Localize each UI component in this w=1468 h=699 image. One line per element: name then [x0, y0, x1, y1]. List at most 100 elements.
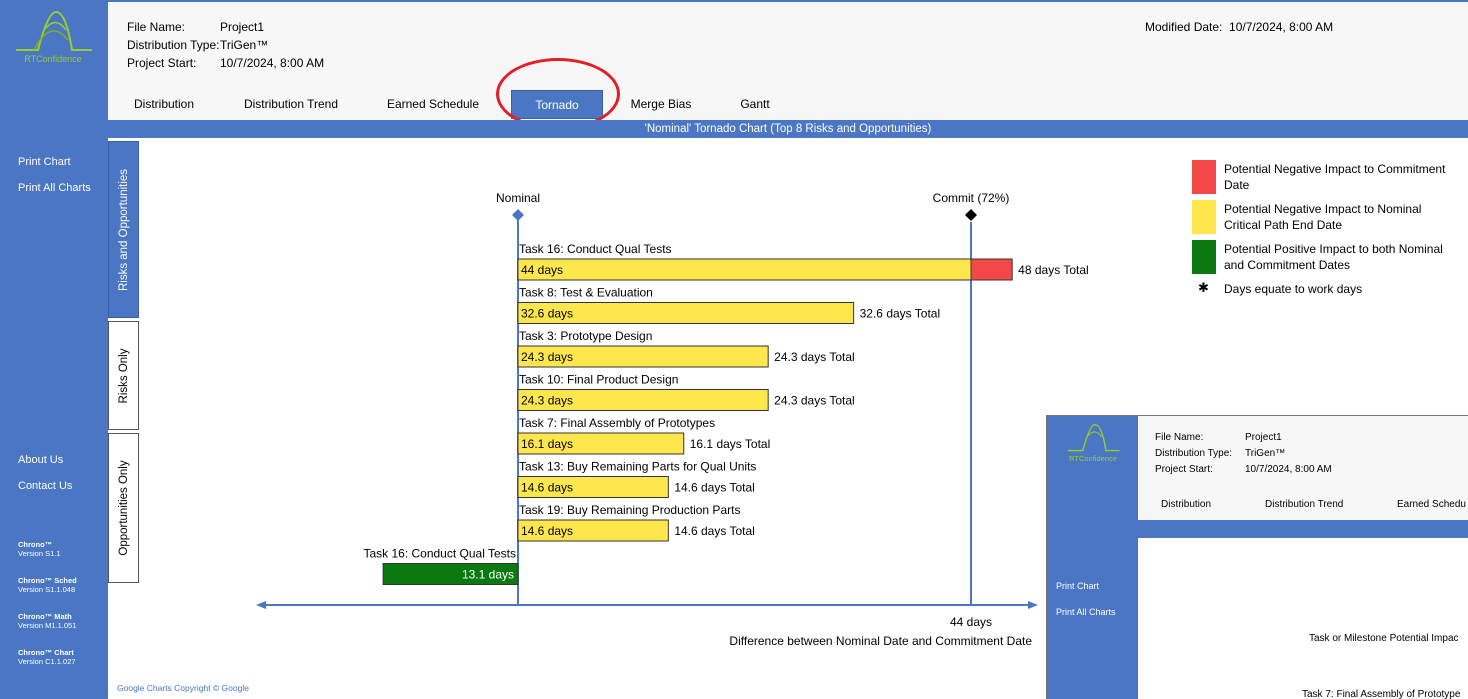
modified-date-label: Modified Date: — [1145, 20, 1223, 34]
risk-bar-commit — [970, 258, 1013, 281]
logo-text: RTConfidence — [24, 54, 82, 64]
legend-swatch-red — [1192, 160, 1216, 194]
second-window: RTConfidence Print Chart Print All Chart… — [1046, 415, 1468, 699]
risk-task-label: Task 10: Final Product Design — [519, 373, 678, 387]
risk-total-label: 14.6 days Total — [674, 524, 755, 538]
second-window-logo: RTConfidence — [1056, 422, 1130, 474]
second-window-print-all-charts[interactable]: Print All Charts — [1056, 607, 1116, 617]
risk-bar-value: 14.6 days — [521, 524, 573, 538]
file-name-value: Project1 — [220, 20, 265, 34]
tab-risks-and-opportunities-label: Risks and Opportunities — [117, 168, 130, 291]
opportunity-bar-value: 13.1 days — [462, 568, 514, 582]
risk-total-label: 14.6 days Total — [674, 481, 755, 495]
risk-bar-value: 32.6 days — [521, 307, 573, 321]
risk-total-label: 32.6 days Total — [860, 307, 941, 321]
tab-merge-bias[interactable]: Merge Bias — [624, 90, 698, 119]
about-us-link[interactable]: About Us — [18, 454, 63, 466]
risk-bar-nominal — [517, 345, 769, 368]
risk-bar-nominal — [517, 519, 669, 542]
modified-date-value: 10/7/2024, 8:00 AM — [1229, 20, 1334, 34]
second-window-title-bar — [1138, 520, 1468, 538]
risk-bar-value: 16.1 days — [521, 437, 573, 451]
legend-label-yellow: Potential Negative Impact to Nominal Cri… — [1224, 202, 1422, 232]
legend-label-green: Potential Positive Impact to both Nomina… — [1224, 242, 1443, 272]
tab-distribution[interactable]: Distribution — [124, 90, 204, 119]
risk-task-label: Task 3: Prototype Design — [519, 329, 652, 343]
tab-risks-only[interactable]: Risks Only — [108, 321, 139, 430]
risk-task-label: Task 7: Final Assembly of Prototypes — [519, 416, 715, 430]
risk-task-label: Task 13: Buy Remaining Parts for Qual Un… — [519, 460, 756, 474]
chart-title-bar: 'Nominal' Tornado Chart (Top 8 Risks and… — [108, 120, 1468, 138]
risk-total-label: 48 days Total — [1018, 263, 1089, 277]
contact-us-link[interactable]: Contact Us — [18, 480, 72, 492]
risk-total-label: 16.1 days Total — [690, 437, 771, 451]
distribution-type-value: TriGen™ — [220, 38, 269, 52]
legend-swatch-green — [1192, 240, 1216, 274]
commit-diamond-icon — [965, 209, 977, 221]
second-window-header: File Name: Project1 Distribution Type: Tri… — [1138, 416, 1468, 520]
tab-gantt[interactable]: Gantt — [730, 90, 780, 119]
second-window-logo-icon — [1067, 424, 1120, 452]
tab-bar: Distribution Distribution Trend Earned S… — [108, 90, 1468, 120]
legend-item-note: ✱ Days equate to work days — [1190, 280, 1460, 320]
tab-distribution-trend[interactable]: Distribution Trend — [236, 90, 346, 119]
legend-item-yellow: Potential Negative Impact to Nominal Cri… — [1190, 200, 1460, 240]
risk-bar-value: 24.3 days — [521, 394, 573, 408]
header: File Name: Project1 Distribution Type:Tri… — [108, 0, 1468, 120]
second-window-tab-distribution-trend[interactable]: Distribution Trend — [1265, 499, 1343, 510]
axis-left-arrow-icon — [256, 601, 266, 609]
print-all-charts-link[interactable]: Print All Charts — [18, 182, 91, 194]
risk-bar-nominal — [517, 258, 972, 281]
rtconfidence-logo: RTConfidence — [8, 8, 98, 88]
distribution-type-label: Distribution Type: — [127, 38, 220, 52]
second-window-sidebar: RTConfidence Print Chart Print All Chart… — [1047, 416, 1138, 699]
risk-bar-value: 14.6 days — [521, 481, 573, 495]
google-charts-copyright: Google Charts Copyright © Google — [117, 683, 249, 693]
version-chrono: Chrono™ Version S1.1 — [18, 540, 61, 558]
risk-bar-nominal — [517, 432, 685, 455]
tab-opportunities-only-label: Opportunities Only — [117, 460, 130, 556]
second-window-file-name: Project1 — [1245, 432, 1282, 443]
risk-task-label: Task 19: Buy Remaining Production Parts — [519, 503, 740, 517]
opportunity-bar — [382, 563, 519, 585]
project-start-value: 10/7/2024, 8:00 AM — [220, 56, 325, 70]
second-window-dist-value: TriGen™ — [1245, 448, 1286, 459]
second-window-tab-distribution[interactable]: Distribution — [1161, 499, 1211, 510]
logo-icon — [16, 10, 92, 51]
tab-opportunities-only[interactable]: Opportunities Only — [108, 433, 139, 583]
tab-risks-only-label: Risks Only — [117, 348, 130, 403]
nominal-diamond-icon — [512, 209, 524, 221]
modified-date: Modified Date: 10/7/2024, 8:00 AM — [1145, 18, 1333, 36]
version-chrono-sched: Chrono™ Sched Version S1.1.048 — [18, 576, 77, 594]
legend-label-red: Potential Negative Impact to Commitment … — [1224, 162, 1446, 192]
project-meta: File Name: Project1 Distribution Type:Tri… — [127, 18, 324, 72]
second-window-dist-label: Distribution Type: — [1155, 448, 1233, 459]
risk-bar-nominal — [517, 389, 769, 411]
second-window-meta: File Name: Project1 Distribution Type: Tri… — [1155, 430, 1332, 478]
risk-bar-value: 24.3 days — [521, 350, 573, 364]
second-window-start-label: Project Start: — [1155, 464, 1213, 475]
second-window-start-value: 10/7/2024, 8:00 AM — [1245, 464, 1332, 475]
risk-task-label: Task 16: Conduct Qual Tests — [519, 242, 672, 256]
print-chart-link[interactable]: Print Chart — [18, 156, 71, 168]
second-window-print-chart[interactable]: Print Chart — [1056, 581, 1099, 591]
commit-marker-label: Commit (72%) — [933, 191, 1010, 205]
second-window-tab-earned-schedule[interactable]: Earned Schedu — [1397, 499, 1466, 510]
risk-bar-nominal — [517, 476, 669, 498]
project-start-label: Project Start: — [127, 56, 197, 70]
legend-item-red: Potential Negative Impact to Commitment … — [1190, 160, 1460, 200]
file-name-label: File Name: — [127, 20, 186, 34]
axis-value-label: 44 days — [950, 615, 992, 629]
tab-tornado[interactable]: Tornado — [511, 90, 603, 119]
tab-risks-and-opportunities[interactable]: Risks and Opportunities — [108, 141, 139, 318]
tab-earned-schedule[interactable]: Earned Schedule — [380, 90, 486, 119]
axis-right-arrow-icon — [1028, 601, 1038, 609]
asterisk-icon: ✱ — [1198, 280, 1209, 295]
nominal-marker-label: Nominal — [496, 191, 540, 205]
risk-bar-nominal — [517, 302, 855, 324]
risk-bar-value: 44 days — [521, 263, 563, 277]
version-chrono-math: Chrono™ Math Version M1.1.051 — [18, 612, 77, 630]
version-chrono-chart: Chrono™ Chart Version C1.1.027 — [18, 648, 76, 666]
axis-caption: Difference between Nominal Date and Comm… — [729, 634, 1032, 648]
opportunity-task-label: Task 16: Conduct Qual Tests — [363, 547, 516, 561]
